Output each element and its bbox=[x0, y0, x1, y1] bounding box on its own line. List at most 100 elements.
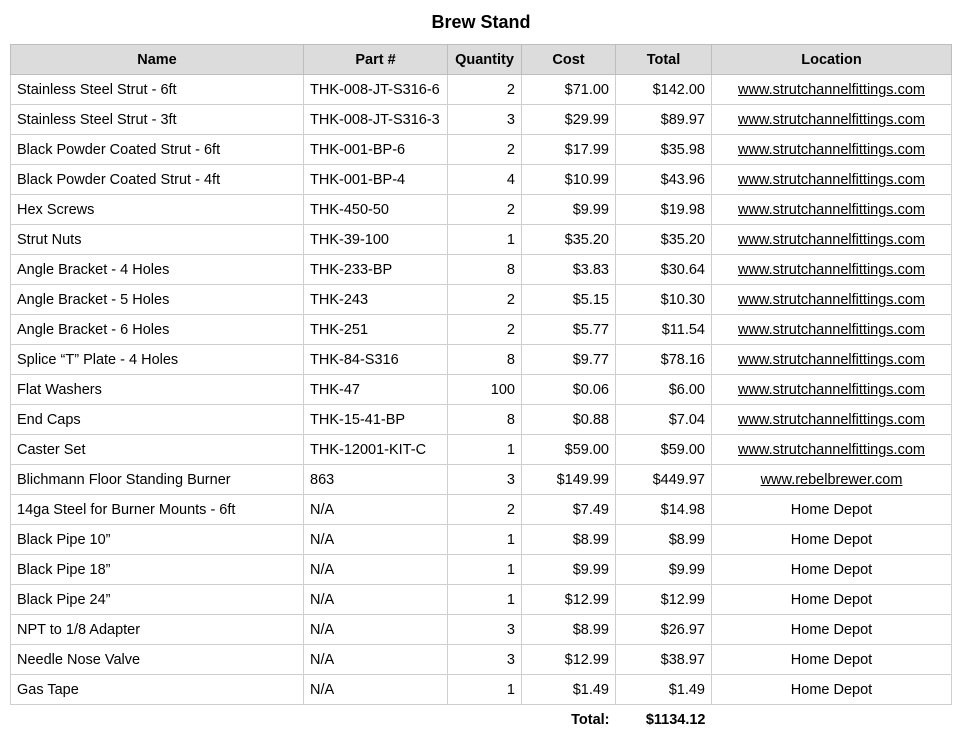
cell-quantity[interactable]: 1 bbox=[448, 225, 522, 255]
cell-quantity[interactable]: 1 bbox=[448, 555, 522, 585]
cell-quantity[interactable]: 2 bbox=[448, 495, 522, 525]
location-link[interactable]: www.strutchannelfittings.com bbox=[712, 375, 952, 405]
cell-part-number[interactable]: THK-12001-KIT-C bbox=[304, 435, 448, 465]
cell-quantity[interactable]: 3 bbox=[448, 615, 522, 645]
cell-cost[interactable]: $0.88 bbox=[522, 405, 616, 435]
cell-total[interactable]: $35.20 bbox=[616, 225, 712, 255]
cell-total[interactable]: $78.16 bbox=[616, 345, 712, 375]
location-link[interactable]: www.strutchannelfittings.com bbox=[712, 105, 952, 135]
cell-cost[interactable]: $35.20 bbox=[522, 225, 616, 255]
cell-name[interactable]: End Caps bbox=[11, 405, 304, 435]
cell-cost[interactable]: $0.06 bbox=[522, 375, 616, 405]
cell-quantity[interactable]: 1 bbox=[448, 525, 522, 555]
cell-part-number[interactable]: N/A bbox=[304, 495, 448, 525]
cell-total[interactable]: $38.97 bbox=[616, 645, 712, 675]
cell-total[interactable]: $6.00 bbox=[616, 375, 712, 405]
cell-name[interactable]: Flat Washers bbox=[11, 375, 304, 405]
col-header-part[interactable]: Part # bbox=[304, 45, 448, 75]
cell-name[interactable]: Black Pipe 18” bbox=[11, 555, 304, 585]
cell-part-number[interactable]: THK-001-BP-4 bbox=[304, 165, 448, 195]
cell-name[interactable]: 14ga Steel for Burner Mounts - 6ft bbox=[11, 495, 304, 525]
cell-total[interactable]: $19.98 bbox=[616, 195, 712, 225]
cell-name[interactable]: Splice “T” Plate - 4 Holes bbox=[11, 345, 304, 375]
cell-quantity[interactable]: 2 bbox=[448, 135, 522, 165]
cell-total[interactable]: $30.64 bbox=[616, 255, 712, 285]
cell-name[interactable]: Angle Bracket - 4 Holes bbox=[11, 255, 304, 285]
location-link[interactable]: www.strutchannelfittings.com bbox=[712, 75, 952, 105]
cell-part-number[interactable]: THK-243 bbox=[304, 285, 448, 315]
cell-quantity[interactable]: 1 bbox=[448, 675, 522, 705]
cell-cost[interactable]: $8.99 bbox=[522, 525, 616, 555]
cell-name[interactable]: Caster Set bbox=[11, 435, 304, 465]
location-link[interactable]: www.strutchannelfittings.com bbox=[712, 345, 952, 375]
cell-total[interactable]: $10.30 bbox=[616, 285, 712, 315]
cell-part-number[interactable]: N/A bbox=[304, 675, 448, 705]
cell-cost[interactable]: $9.99 bbox=[522, 195, 616, 225]
cell-part-number[interactable]: THK-001-BP-6 bbox=[304, 135, 448, 165]
cell-location[interactable]: Home Depot bbox=[712, 675, 952, 705]
location-link[interactable]: www.strutchannelfittings.com bbox=[712, 255, 952, 285]
cell-part-number[interactable]: N/A bbox=[304, 615, 448, 645]
cell-part-number[interactable]: THK-84-S316 bbox=[304, 345, 448, 375]
cell-total[interactable]: $449.97 bbox=[616, 465, 712, 495]
cell-part-number[interactable]: N/A bbox=[304, 525, 448, 555]
col-header-quantity[interactable]: Quantity bbox=[448, 45, 522, 75]
cell-location[interactable]: Home Depot bbox=[712, 645, 952, 675]
cell-location[interactable]: Home Depot bbox=[712, 615, 952, 645]
cell-part-number[interactable]: N/A bbox=[304, 555, 448, 585]
cell-quantity[interactable]: 3 bbox=[448, 105, 522, 135]
cell-quantity[interactable]: 2 bbox=[448, 75, 522, 105]
cell-name[interactable]: Hex Screws bbox=[11, 195, 304, 225]
cell-name[interactable]: Blichmann Floor Standing Burner bbox=[11, 465, 304, 495]
location-link[interactable]: www.strutchannelfittings.com bbox=[712, 315, 952, 345]
location-link[interactable]: www.strutchannelfittings.com bbox=[712, 135, 952, 165]
col-header-total[interactable]: Total bbox=[616, 45, 712, 75]
cell-cost[interactable]: $8.99 bbox=[522, 615, 616, 645]
cell-quantity[interactable]: 8 bbox=[448, 255, 522, 285]
cell-part-number[interactable]: THK-251 bbox=[304, 315, 448, 345]
cell-total[interactable]: $8.99 bbox=[616, 525, 712, 555]
cell-total[interactable]: $1.49 bbox=[616, 675, 712, 705]
cell-quantity[interactable]: 2 bbox=[448, 315, 522, 345]
location-link[interactable]: www.strutchannelfittings.com bbox=[712, 285, 952, 315]
col-header-cost[interactable]: Cost bbox=[522, 45, 616, 75]
cell-total[interactable]: $35.98 bbox=[616, 135, 712, 165]
cell-total[interactable]: $14.98 bbox=[616, 495, 712, 525]
cell-part-number[interactable]: N/A bbox=[304, 645, 448, 675]
col-header-name[interactable]: Name bbox=[11, 45, 304, 75]
cell-cost[interactable]: $59.00 bbox=[522, 435, 616, 465]
cell-name[interactable]: Stainless Steel Strut - 6ft bbox=[11, 75, 304, 105]
cell-total[interactable]: $12.99 bbox=[616, 585, 712, 615]
cell-cost[interactable]: $10.99 bbox=[522, 165, 616, 195]
location-link[interactable]: www.strutchannelfittings.com bbox=[712, 405, 952, 435]
cell-location[interactable]: Home Depot bbox=[712, 555, 952, 585]
cell-quantity[interactable]: 100 bbox=[448, 375, 522, 405]
cell-name[interactable]: Strut Nuts bbox=[11, 225, 304, 255]
cell-cost[interactable]: $7.49 bbox=[522, 495, 616, 525]
cell-part-number[interactable]: 863 bbox=[304, 465, 448, 495]
cell-cost[interactable]: $5.15 bbox=[522, 285, 616, 315]
cell-cost[interactable]: $5.77 bbox=[522, 315, 616, 345]
cell-location[interactable]: Home Depot bbox=[712, 525, 952, 555]
cell-part-number[interactable]: THK-47 bbox=[304, 375, 448, 405]
cell-part-number[interactable]: THK-008-JT-S316-3 bbox=[304, 105, 448, 135]
cell-name[interactable]: Black Powder Coated Strut - 6ft bbox=[11, 135, 304, 165]
location-link[interactable]: www.strutchannelfittings.com bbox=[712, 435, 952, 465]
cell-quantity[interactable]: 4 bbox=[448, 165, 522, 195]
cell-name[interactable]: Angle Bracket - 6 Holes bbox=[11, 315, 304, 345]
cell-total[interactable]: $89.97 bbox=[616, 105, 712, 135]
cell-total[interactable]: $142.00 bbox=[616, 75, 712, 105]
cell-name[interactable]: Black Pipe 10” bbox=[11, 525, 304, 555]
cell-cost[interactable]: $3.83 bbox=[522, 255, 616, 285]
cell-quantity[interactable]: 8 bbox=[448, 405, 522, 435]
cell-name[interactable]: Angle Bracket - 5 Holes bbox=[11, 285, 304, 315]
cell-cost[interactable]: $12.99 bbox=[522, 585, 616, 615]
location-link[interactable]: www.strutchannelfittings.com bbox=[712, 165, 952, 195]
cell-name[interactable]: Black Powder Coated Strut - 4ft bbox=[11, 165, 304, 195]
location-link[interactable]: www.rebelbrewer.com bbox=[712, 465, 952, 495]
cell-location[interactable]: Home Depot bbox=[712, 495, 952, 525]
cell-cost[interactable]: $12.99 bbox=[522, 645, 616, 675]
cell-part-number[interactable]: THK-39-100 bbox=[304, 225, 448, 255]
cell-quantity[interactable]: 1 bbox=[448, 585, 522, 615]
cell-name[interactable]: NPT to 1/8 Adapter bbox=[11, 615, 304, 645]
